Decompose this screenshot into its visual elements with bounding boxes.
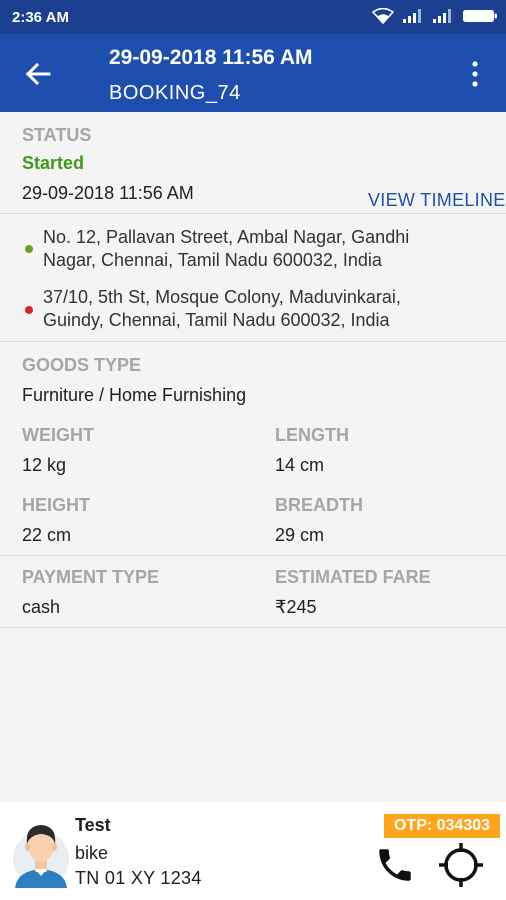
height-value: 22 cm	[22, 525, 72, 545]
goods-type-value: Furniture / Home Furnishing	[22, 385, 247, 405]
wifi-icon	[372, 8, 394, 24]
otp-badge: OTP: 034303	[384, 814, 500, 838]
divider	[0, 555, 506, 556]
drop-dot-icon	[25, 306, 33, 314]
signal-icon	[403, 9, 421, 23]
breadth-label: BREADTH	[275, 495, 363, 515]
status-datetime: 29-09-2018 11:56 AM	[22, 183, 194, 203]
vehicle-plate: TN 01 XY 1234	[75, 868, 202, 888]
payment-type-value: cash	[22, 597, 61, 617]
estimated-fare-label: ESTIMATED FARE	[275, 567, 431, 587]
payment-type-label: PAYMENT TYPE	[22, 567, 160, 587]
crosshair-icon[interactable]	[438, 842, 484, 888]
driver-vehicle: bike	[75, 843, 109, 863]
booking-id: BOOKING_74	[109, 82, 241, 104]
pickup-dot-icon	[25, 245, 33, 253]
driver-name: Test	[75, 815, 111, 835]
phone-icon[interactable]	[374, 844, 416, 886]
booking-details: STATUS Started 29-09-2018 11:56 AM VIEW …	[0, 112, 506, 802]
estimated-fare-value: ₹245	[275, 597, 317, 617]
arrow-left-icon[interactable]	[22, 58, 54, 90]
length-label: LENGTH	[275, 425, 349, 445]
status-icons	[372, 8, 498, 24]
divider	[0, 213, 506, 214]
avatar	[13, 825, 69, 888]
breadth-value: 29 cm	[275, 525, 325, 545]
length-value: 14 cm	[275, 455, 325, 475]
page-title: 29-09-2018 11:56 AM	[109, 46, 313, 69]
status-value: Started	[22, 153, 85, 173]
height-label: HEIGHT	[22, 495, 91, 515]
divider	[0, 341, 506, 342]
divider	[0, 627, 506, 628]
weight-label: WEIGHT	[22, 425, 94, 445]
status-time: 2:36 AM	[12, 9, 69, 26]
app-bar: 29-09-2018 11:56 AM BOOKING_74	[0, 34, 506, 112]
status-bar: 2:36 AM	[0, 0, 506, 34]
view-timeline-link[interactable]: VIEW TIMELINE	[368, 190, 506, 211]
driver-panel: Test bike TN 01 XY 1234 OTP: 034303	[0, 802, 506, 900]
drop-address: 37/10, 5th St, Mosque Colony, Maduvinkar…	[43, 287, 401, 330]
goods-type-label: GOODS TYPE	[22, 355, 142, 375]
status-label: STATUS	[22, 125, 92, 145]
signal-icon	[433, 9, 451, 23]
weight-value: 12 kg	[22, 455, 67, 475]
pickup-address: No. 12, Pallavan Street, Ambal Nagar, Ga…	[43, 227, 410, 270]
more-vertical-icon[interactable]	[464, 60, 486, 88]
battery-icon	[463, 10, 497, 22]
